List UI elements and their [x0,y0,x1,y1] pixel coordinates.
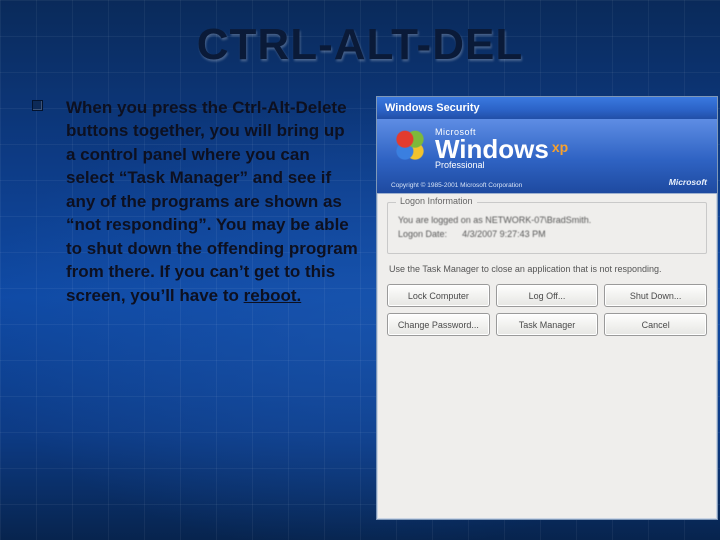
logon-user-line: You are logged on as NETWORK-07\BradSmit… [398,215,696,225]
task-manager-button[interactable]: Task Manager [496,313,599,336]
windows-logo-icon [393,129,427,163]
logon-date-label: Logon Date: [398,229,447,239]
body-text-main: When you press the Ctrl-Alt-Delete butto… [66,98,358,305]
wordmark-xp: xp [552,139,568,155]
lock-computer-button[interactable]: Lock Computer [387,284,490,307]
logon-user-value: NETWORK-07\BradSmith. [485,215,591,225]
bullet-column [32,96,48,520]
figure-column: Windows Security Microsoft Windowsxp Pro… [376,96,718,520]
button-row-1: Lock Computer Log Off... Shut Down... [387,284,707,307]
task-manager-note: Use the Task Manager to close an applica… [389,264,705,274]
dialog-body: Logon Information You are logged on as N… [377,194,717,346]
log-off-button[interactable]: Log Off... [496,284,599,307]
slide-title: CTRL-ALT-DEL [0,20,720,70]
button-row-2: Change Password... Task Manager Cancel [387,313,707,336]
logon-information-group: Logon Information You are logged on as N… [387,202,707,254]
logon-date-line: Logon Date: 4/3/2007 9:27:43 PM [398,229,696,239]
logon-user-label: You are logged on as [398,215,485,225]
windows-security-dialog: Windows Security Microsoft Windowsxp Pro… [376,96,718,520]
cancel-button[interactable]: Cancel [604,313,707,336]
bullet-icon [32,100,43,111]
change-password-button[interactable]: Change Password... [387,313,490,336]
windows-wordmark: Microsoft Windowsxp Professional [435,127,568,170]
dialog-banner: Microsoft Windowsxp Professional Copyrig… [377,119,717,194]
banner-copyright: Copyright © 1985-2001 Microsoft Corporat… [391,182,522,189]
logon-date-value: 4/3/2007 9:27:43 PM [462,229,546,239]
shut-down-button[interactable]: Shut Down... [604,284,707,307]
dialog-titlebar: Windows Security [377,97,717,119]
body-text-reboot: reboot. [244,286,302,305]
body-text: When you press the Ctrl-Alt-Delete butto… [66,96,358,520]
slide-content: When you press the Ctrl-Alt-Delete butto… [32,96,700,520]
banner-microsoft-right: Microsoft [669,177,707,187]
group-legend: Logon Information [396,196,477,206]
